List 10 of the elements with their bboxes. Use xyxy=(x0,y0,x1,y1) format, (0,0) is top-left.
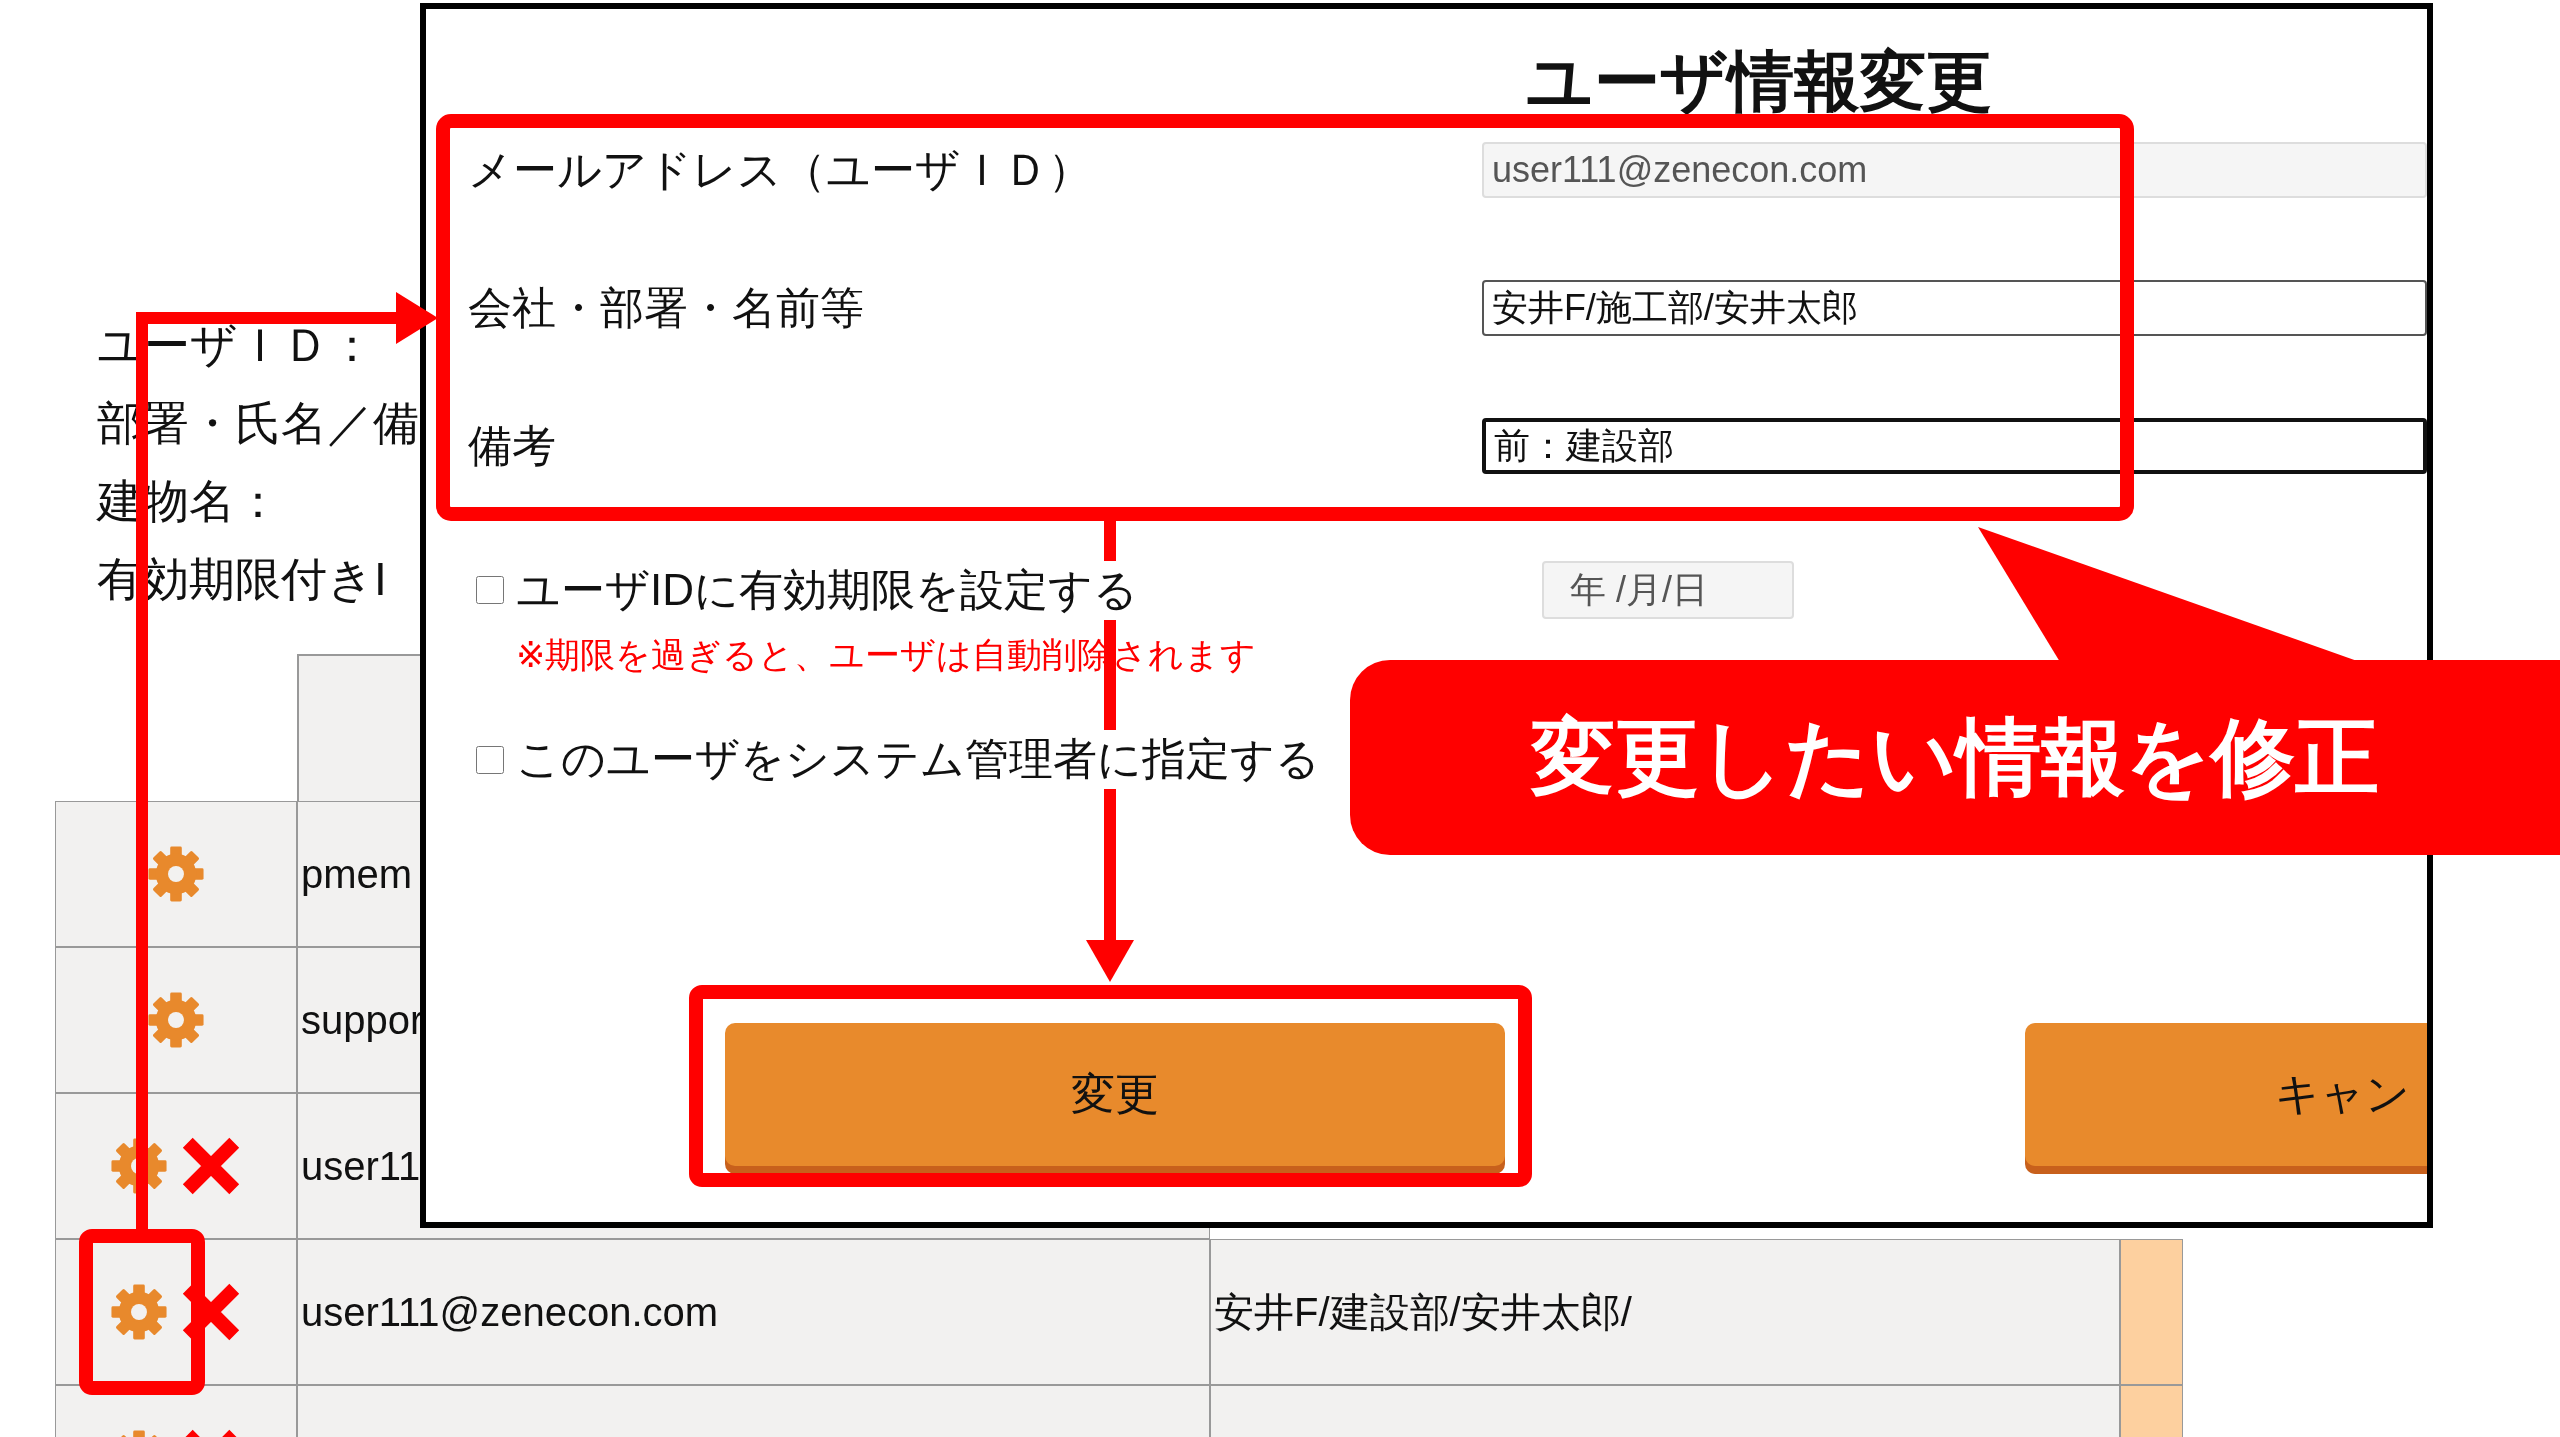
dialog-title: ユーザ情報変更 xyxy=(1526,43,1993,120)
field-label: 備考 xyxy=(468,419,557,472)
input-field[interactable]: user111@zenecon.com xyxy=(1481,142,2427,198)
field-label: メールアドレス（ユーザＩＤ） xyxy=(468,143,1093,196)
field-label: 会社・部署・名前等 xyxy=(468,281,865,334)
table-cell: user111@zenecon.com xyxy=(297,1239,1210,1385)
table-cell: 安井F/建設部/安井太郎/ xyxy=(1210,1239,2120,1385)
date-field[interactable]: 年 /月/日 xyxy=(1542,561,1794,619)
input-field[interactable]: 前：建設部 xyxy=(1481,418,2427,474)
input-field[interactable]: 安井F/施工部/安井太郎 xyxy=(1481,280,2427,336)
